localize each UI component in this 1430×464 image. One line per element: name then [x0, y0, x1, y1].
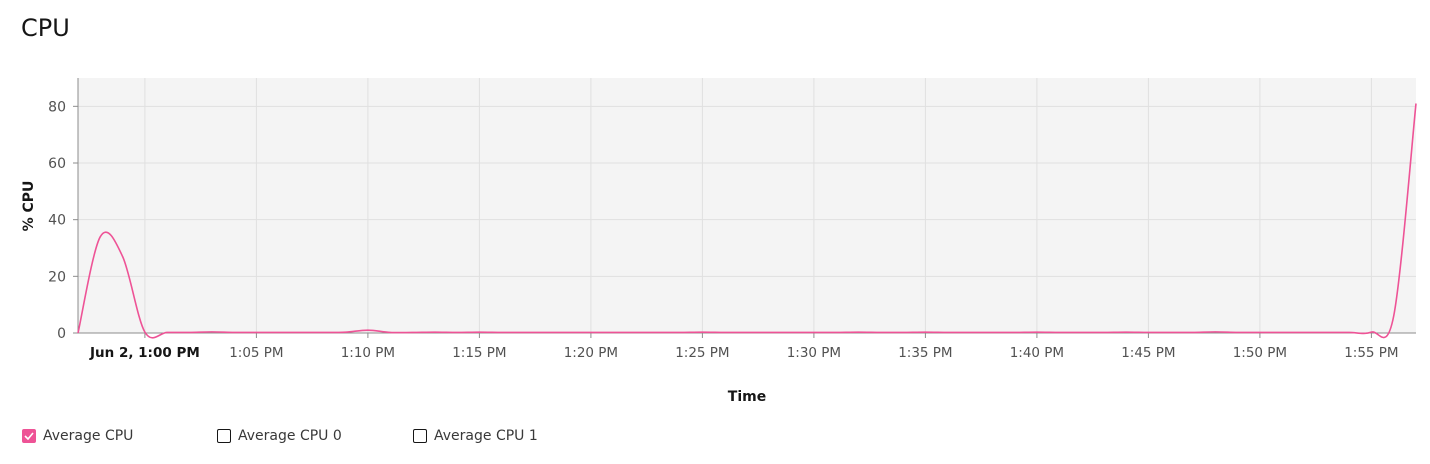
- x-tick-label: 1:50 PM: [1233, 345, 1287, 361]
- legend-label: Average CPU 0: [238, 428, 342, 444]
- x-tick-label: 1:15 PM: [452, 345, 506, 361]
- x-tick-label: 1:10 PM: [341, 345, 395, 361]
- y-tick-label: 0: [57, 326, 66, 342]
- y-tick-label: 40: [48, 213, 66, 229]
- plot-area: [78, 78, 1416, 333]
- y-tick-label: 60: [48, 156, 66, 172]
- y-tick-label: 80: [48, 99, 66, 115]
- x-tick-label: 1:25 PM: [675, 345, 729, 361]
- x-tick-label: 1:45 PM: [1121, 345, 1175, 361]
- legend-item-average-cpu[interactable]: Average CPU: [22, 428, 133, 444]
- x-tick-label: 1:40 PM: [1010, 345, 1064, 361]
- x-tick-label: 1:05 PM: [229, 345, 283, 361]
- y-axis-label: % CPU: [21, 181, 37, 232]
- x-axis-label: Time: [728, 389, 766, 405]
- legend-label: Average CPU: [43, 428, 134, 444]
- legend-item-average-cpu-0[interactable]: Average CPU 0: [217, 428, 342, 444]
- x-tick-label: 1:35 PM: [898, 345, 952, 361]
- chart-legend: Average CPU Average CPU 0 Average CPU 1: [0, 428, 1430, 448]
- checkbox-checked-icon[interactable]: [22, 429, 36, 443]
- legend-item-average-cpu-1[interactable]: Average CPU 1: [413, 428, 538, 444]
- x-tick-label: 1:20 PM: [564, 345, 618, 361]
- y-tick-label: 20: [48, 269, 66, 285]
- x-tick-label: Jun 2, 1:00 PM: [89, 345, 200, 361]
- x-tick-label: 1:30 PM: [787, 345, 841, 361]
- checkbox-unchecked-icon[interactable]: [413, 429, 427, 443]
- cpu-chart: 0 20 40 60 80 Jun 2, 1:00 PM 1:05 PM 1:10 PM 1:1…: [21, 78, 1417, 405]
- x-tick-label: 1:55 PM: [1344, 345, 1398, 361]
- checkbox-unchecked-icon[interactable]: [217, 429, 231, 443]
- legend-label: Average CPU 1: [434, 428, 538, 444]
